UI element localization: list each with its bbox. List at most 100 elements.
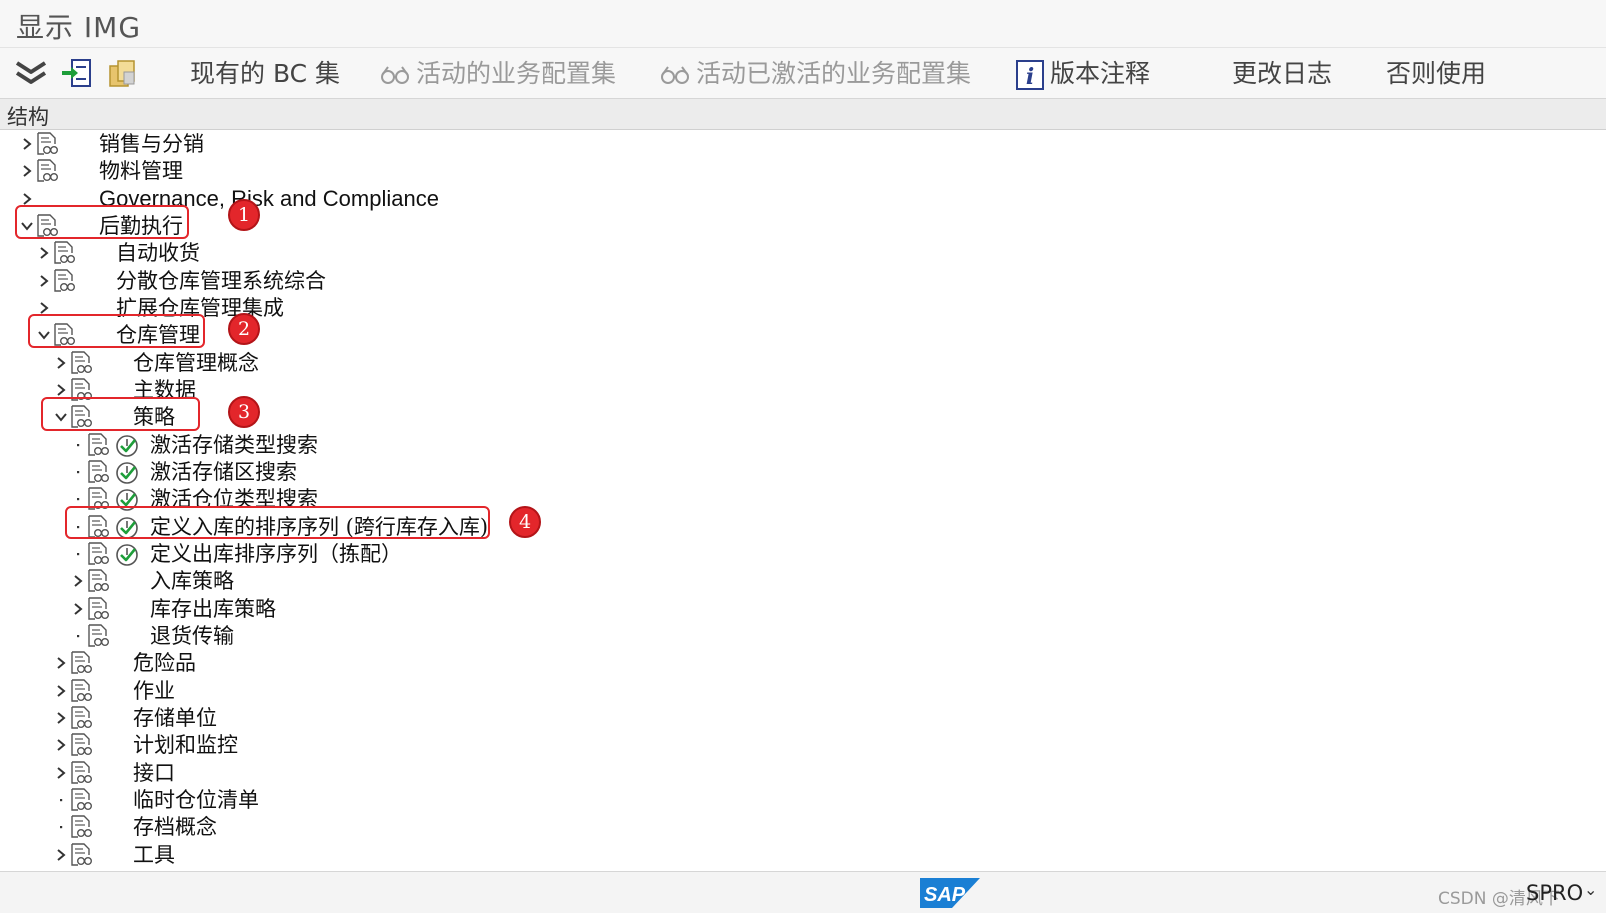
documentation-icon[interactable] <box>87 596 109 621</box>
tree-node[interactable]: 危险品 <box>0 649 1606 677</box>
tree-node-label[interactable]: 入库策略 <box>150 567 234 595</box>
tree-node-label[interactable]: 仓库管理 <box>116 321 200 349</box>
tree-node[interactable]: 库存出库策略 <box>0 595 1606 623</box>
enter-item-icon[interactable] <box>60 56 94 90</box>
documentation-icon[interactable] <box>70 760 92 785</box>
documentation-icon[interactable] <box>70 405 92 429</box>
tree-node-label[interactable]: 存档概念 <box>133 813 217 841</box>
tree-node-label[interactable]: 仓库管理概念 <box>133 349 259 377</box>
tree-node[interactable]: 定义入库的排序序列 (跨行库存入库) <box>0 513 1606 541</box>
expand-chevron-icon[interactable] <box>37 239 51 267</box>
tree-node-label[interactable]: 工具 <box>133 841 175 869</box>
documentation-icon[interactable] <box>70 842 92 867</box>
existing-bc-set-button[interactable]: 现有的 BC 集 <box>190 56 340 92</box>
tree-node-label[interactable]: 存储单位 <box>133 704 217 732</box>
collapse-chevron-icon[interactable] <box>54 403 68 431</box>
expand-chevron-icon[interactable] <box>54 731 68 759</box>
tree-node-label[interactable]: 自动收货 <box>116 239 200 267</box>
documentation-icon[interactable] <box>87 487 109 511</box>
expand-chevron-icon[interactable] <box>37 294 51 322</box>
tree-node[interactable]: 销售与分销 <box>0 130 1606 158</box>
execute-activity-icon[interactable] <box>115 488 139 512</box>
tree-node-label[interactable]: 后勤执行 <box>99 212 183 240</box>
tree-node[interactable]: 分散仓库管理系统综合 <box>0 267 1606 295</box>
tree-node-label[interactable]: 退货传输 <box>150 622 234 650</box>
documentation-icon[interactable] <box>70 378 92 402</box>
tree-node-label[interactable]: 销售与分销 <box>99 130 204 158</box>
expand-chevron-icon[interactable] <box>20 185 34 213</box>
execute-activity-icon[interactable] <box>115 543 139 567</box>
active-bc-set-button[interactable]: 活动的业务配置集 <box>380 56 616 92</box>
tree-node-label[interactable]: 激活仓位类型搜索 <box>150 485 318 513</box>
documentation-icon[interactable] <box>87 460 109 484</box>
expand-chevron-icon[interactable] <box>54 759 68 787</box>
tree-node[interactable]: 存储单位 <box>0 704 1606 732</box>
expand-chevron-icon[interactable] <box>20 130 34 158</box>
tree-node[interactable]: 激活仓位类型搜索 <box>0 485 1606 513</box>
expand-chevron-icon[interactable] <box>54 677 68 705</box>
tree-node[interactable]: 激活存储区搜索 <box>0 458 1606 486</box>
tree-node[interactable]: 存档概念 <box>0 813 1606 841</box>
documentation-icon[interactable] <box>87 624 109 648</box>
collapse-chevron-icon[interactable] <box>37 321 51 349</box>
expand-chevron-icon[interactable] <box>54 649 68 677</box>
bc-set-icon[interactable] <box>106 56 140 90</box>
expand-chevron-icon[interactable] <box>54 841 68 869</box>
documentation-icon[interactable] <box>53 268 75 293</box>
documentation-icon[interactable] <box>70 788 92 812</box>
expand-chevron-icon[interactable] <box>54 349 68 377</box>
expand-chevron-icon[interactable] <box>37 267 51 295</box>
activated-bc-set-button[interactable]: 活动已激活的业务配置集 <box>660 56 971 92</box>
tree-node-label[interactable]: 危险品 <box>133 649 196 677</box>
tree-node[interactable]: 自动收货 <box>0 239 1606 267</box>
collapse-chevron-icon[interactable] <box>20 212 34 240</box>
documentation-icon[interactable] <box>87 432 109 457</box>
chevron-down-icon[interactable]: ⌄ <box>1584 880 1597 899</box>
execute-activity-icon[interactable] <box>115 434 139 458</box>
otherwise-use-button[interactable]: 否则使用 <box>1386 56 1486 92</box>
documentation-icon[interactable] <box>70 733 92 757</box>
tree-node-label[interactable]: 接口 <box>133 759 175 787</box>
tree-node-label[interactable]: 库存出库策略 <box>150 595 276 623</box>
tree-node-label[interactable]: 扩展仓库管理集成 <box>116 294 284 322</box>
tree-node-label[interactable]: 定义入库的排序序列 (跨行库存入库) <box>150 513 488 541</box>
documentation-icon[interactable] <box>36 159 58 183</box>
tree-node[interactable]: 入库策略 <box>0 567 1606 595</box>
tree-node-label[interactable]: 激活存储类型搜索 <box>150 431 318 459</box>
documentation-icon[interactable] <box>70 651 92 675</box>
tree-node[interactable]: 定义出库排序序列（拣配） <box>0 540 1606 568</box>
tree-node-label[interactable]: 主数据 <box>133 376 196 404</box>
documentation-icon[interactable] <box>70 678 92 703</box>
tree-node[interactable]: 退货传输 <box>0 622 1606 650</box>
documentation-icon[interactable] <box>87 569 109 593</box>
expand-chevron-icon[interactable] <box>71 595 85 623</box>
tree-node[interactable]: 临时仓位清单 <box>0 786 1606 814</box>
documentation-icon[interactable] <box>70 815 92 839</box>
tree-node-label[interactable]: 作业 <box>133 677 175 705</box>
expand-chevron-icon[interactable] <box>20 157 34 185</box>
documentation-icon[interactable] <box>36 214 58 238</box>
tree-node-label[interactable]: 计划和监控 <box>133 731 238 759</box>
documentation-icon[interactable] <box>70 350 92 375</box>
img-tree[interactable]: 销售与分销 物料管理 Governance, Risk and Compliance… <box>0 130 1606 871</box>
tree-node-label[interactable]: 分散仓库管理系统综合 <box>116 267 326 295</box>
tree-node[interactable]: 仓库管理概念 <box>0 349 1606 377</box>
tree-node[interactable]: 作业 <box>0 677 1606 705</box>
documentation-icon[interactable] <box>70 706 92 730</box>
execute-activity-icon[interactable] <box>115 461 139 485</box>
tree-node[interactable]: 工具 <box>0 841 1606 869</box>
tree-node-label[interactable]: 激活存储区搜索 <box>150 458 297 486</box>
tree-node-label[interactable]: 物料管理 <box>99 157 183 185</box>
tree-node-label[interactable]: 定义出库排序序列（拣配） <box>150 540 402 568</box>
documentation-icon[interactable] <box>87 514 109 539</box>
collapse-all-icon[interactable] <box>14 56 48 90</box>
expand-chevron-icon[interactable] <box>54 376 68 404</box>
tree-node-label[interactable]: Governance, Risk and Compliance <box>99 185 439 213</box>
documentation-icon[interactable] <box>87 542 109 566</box>
tree-node[interactable]: 计划和监控 <box>0 731 1606 759</box>
tree-node[interactable]: 物料管理 <box>0 157 1606 185</box>
expand-chevron-icon[interactable] <box>71 567 85 595</box>
documentation-icon[interactable] <box>36 132 58 156</box>
tree-node[interactable]: 接口 <box>0 759 1606 787</box>
tree-node[interactable]: 激活存储类型搜索 <box>0 431 1606 459</box>
